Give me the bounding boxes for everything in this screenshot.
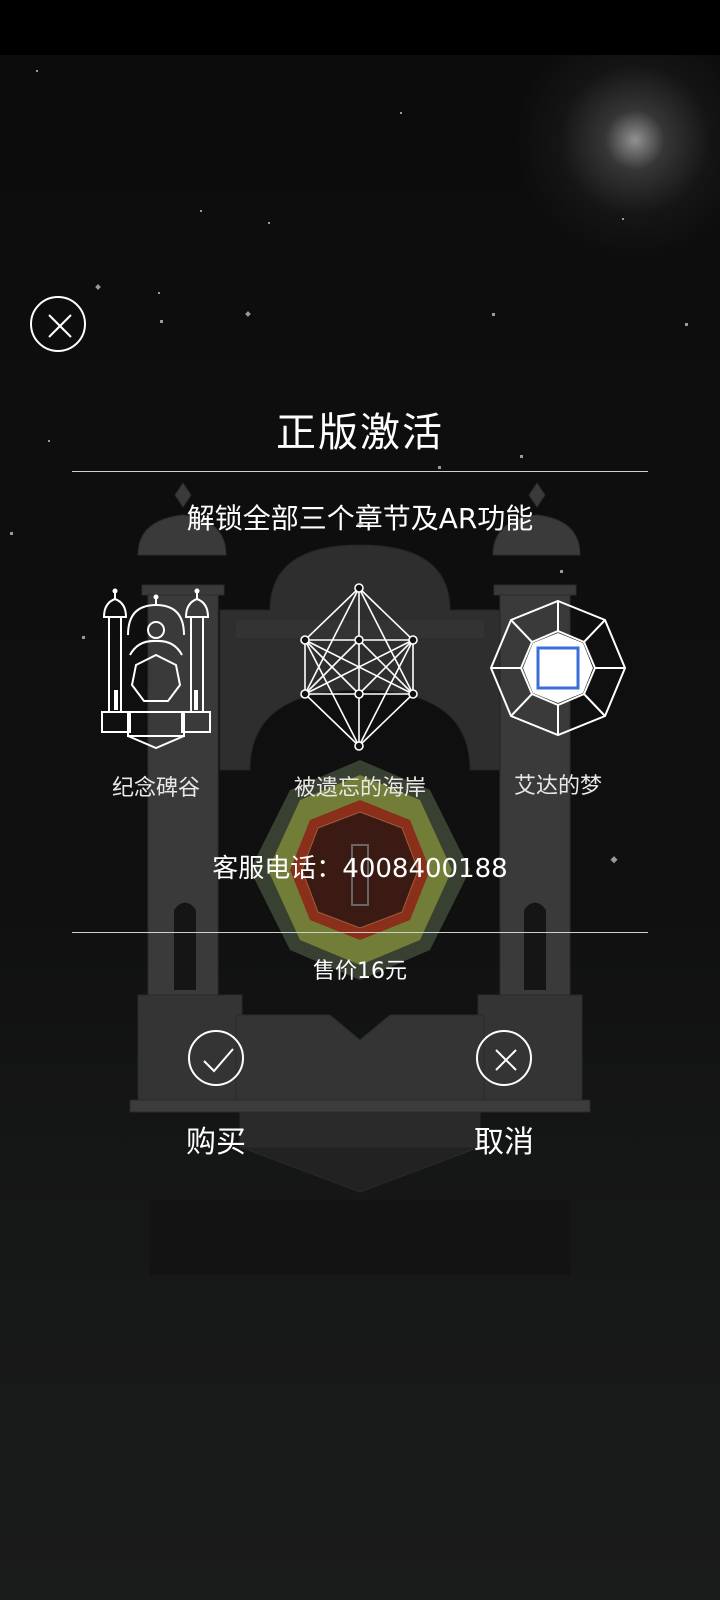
monument-shrine-icon [101, 588, 211, 750]
check-icon [203, 1048, 234, 1073]
chapter-label-forgotten-shores: 被遗忘的海岸 [293, 776, 426, 801]
cancel-button[interactable] [476, 1030, 532, 1086]
chapter-label-idas-dream: 艾达的梦 [513, 774, 602, 799]
close-button[interactable] [30, 296, 86, 352]
customer-service-phone: 客服电话：4008400188 [212, 854, 508, 884]
octagon-square-icon [489, 599, 627, 737]
unlock-description: 解锁全部三个章节及AR功能 [186, 502, 534, 535]
chapter-label-monument-valley: 纪念碑谷 [111, 776, 200, 801]
price-divider [72, 932, 648, 933]
dialog-title: 正版激活 [276, 410, 444, 456]
price-label: 售价16元 [313, 959, 407, 984]
close-icon [48, 314, 72, 338]
buy-button[interactable] [188, 1030, 244, 1086]
close-icon [495, 1049, 517, 1071]
geometric-crystal-icon [300, 583, 418, 751]
buy-label[interactable]: 购买 [156, 1117, 276, 1161]
title-divider [72, 471, 648, 472]
cancel-label[interactable]: 取消 [444, 1117, 564, 1161]
